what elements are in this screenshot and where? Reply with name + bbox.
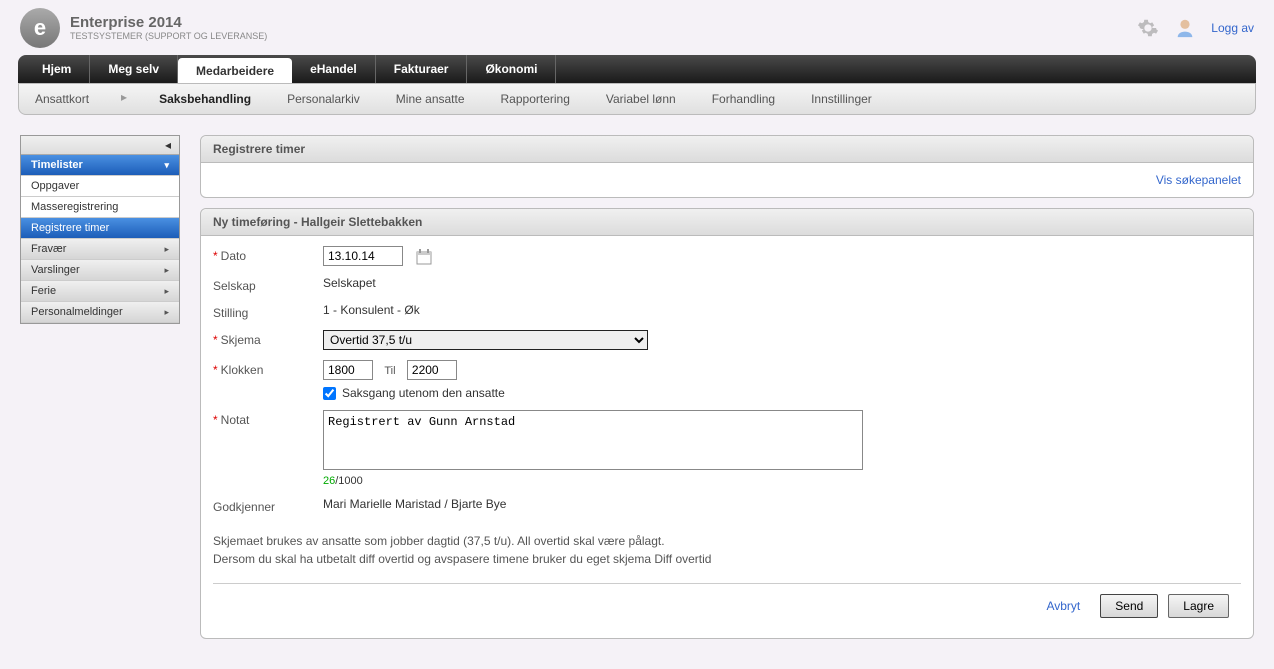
header-actions: Logg av bbox=[1137, 17, 1254, 39]
sub-nav-item-innstillinger[interactable]: Innstillinger bbox=[807, 90, 876, 108]
send-button[interactable]: Send bbox=[1100, 594, 1158, 618]
main-nav-item-økonomi[interactable]: Økonomi bbox=[467, 55, 556, 83]
label-notat: *Notat bbox=[213, 410, 323, 427]
main-nav-item-ehandel[interactable]: eHandel bbox=[292, 55, 376, 83]
label-selskap: Selskap bbox=[213, 276, 323, 293]
main-nav-item-hjem[interactable]: Hjem bbox=[24, 55, 90, 83]
dato-input[interactable] bbox=[323, 246, 403, 266]
skjema-select[interactable]: Overtid 37,5 t/u bbox=[323, 330, 648, 350]
cancel-link[interactable]: Avbryt bbox=[1046, 599, 1080, 613]
main-nav-item-medarbeidere[interactable]: Medarbeidere bbox=[178, 58, 292, 83]
user-icon[interactable] bbox=[1174, 17, 1196, 39]
gear-icon[interactable] bbox=[1137, 17, 1159, 39]
logout-link[interactable]: Logg av bbox=[1211, 21, 1254, 35]
label-saksgang: Saksgang utenom den ansatte bbox=[342, 386, 505, 400]
logo-icon: e bbox=[20, 8, 60, 48]
app-header: e Enterprise 2014 TESTSYSTEMER (SUPPORT … bbox=[0, 0, 1274, 55]
sidebar-collapse-icon[interactable]: ◂ bbox=[21, 136, 179, 155]
save-button[interactable]: Lagre bbox=[1168, 594, 1229, 618]
logo-area: e Enterprise 2014 TESTSYSTEMER (SUPPORT … bbox=[20, 8, 267, 48]
search-panel-link[interactable]: Vis søkepanelet bbox=[213, 173, 1241, 187]
label-dato: *Dato bbox=[213, 246, 323, 263]
sub-nav-item-ansattkort[interactable]: Ansattkort bbox=[31, 90, 93, 108]
sidebar-item-oppgaver[interactable]: Oppgaver bbox=[21, 176, 179, 197]
label-skjema: *Skjema bbox=[213, 330, 323, 347]
main-nav: HjemMeg selvMedarbeidereeHandelFakturaer… bbox=[18, 55, 1256, 83]
sub-nav-item-personalarkiv[interactable]: Personalarkiv bbox=[283, 90, 364, 108]
label-godkjenner: Godkjenner bbox=[213, 497, 323, 514]
time-from-input[interactable] bbox=[323, 360, 373, 380]
sidebar-item-fravær[interactable]: Fravær bbox=[21, 239, 179, 260]
sidebar-item-personalmeldinger[interactable]: Personalmeldinger bbox=[21, 302, 179, 323]
char-count: 26/1000 bbox=[323, 475, 1241, 487]
panel-top: Registrere timer Vis søkepanelet bbox=[200, 135, 1254, 198]
main-nav-item-meg selv[interactable]: Meg selv bbox=[90, 55, 178, 83]
sub-nav: Ansattkort▸ SaksbehandlingPersonalarkivM… bbox=[18, 83, 1256, 115]
main-content: Registrere timer Vis søkepanelet Ny time… bbox=[200, 135, 1254, 649]
sidebar-item-registrere-timer[interactable]: Registrere timer bbox=[21, 218, 179, 239]
notat-textarea[interactable] bbox=[323, 410, 863, 470]
label-til: Til bbox=[384, 365, 395, 377]
app-title: Enterprise 2014 bbox=[70, 14, 267, 31]
sub-nav-item-mine-ansatte[interactable]: Mine ansatte bbox=[392, 90, 469, 108]
panel-top-title: Registrere timer bbox=[201, 136, 1253, 163]
value-stilling: 1 - Konsulent - Øk bbox=[323, 303, 420, 317]
main-nav-item-fakturaer[interactable]: Fakturaer bbox=[376, 55, 468, 83]
sidebar: ◂ TimelisterOppgaverMasseregistreringReg… bbox=[20, 135, 180, 324]
panel-form: Ny timeføring - Hallgeir Slettebakken *D… bbox=[200, 208, 1254, 639]
sub-nav-item-rapportering[interactable]: Rapportering bbox=[497, 90, 574, 108]
time-to-input[interactable] bbox=[407, 360, 457, 380]
sidebar-item-ferie[interactable]: Ferie bbox=[21, 281, 179, 302]
sub-nav-item-variabel-lønn[interactable]: Variabel lønn bbox=[602, 90, 680, 108]
sidebar-item-timelister[interactable]: Timelister bbox=[21, 155, 179, 176]
label-klokken: *Klokken bbox=[213, 360, 323, 377]
sub-nav-item-saksbehandling[interactable]: Saksbehandling bbox=[155, 90, 255, 108]
value-godkjenner: Mari Marielle Maristad / Bjarte Bye bbox=[323, 497, 506, 511]
form-title: Ny timeføring - Hallgeir Slettebakken bbox=[201, 209, 1253, 236]
calendar-icon[interactable] bbox=[416, 249, 432, 265]
help-text: Skjemaet brukes av ansatte som jobber da… bbox=[213, 532, 1241, 568]
label-stilling: Stilling bbox=[213, 303, 323, 320]
sidebar-item-varslinger[interactable]: Varslinger bbox=[21, 260, 179, 281]
saksgang-checkbox[interactable] bbox=[323, 387, 336, 400]
form-footer: Avbryt Send Lagre bbox=[213, 583, 1241, 628]
value-selskap: Selskapet bbox=[323, 276, 376, 290]
sub-nav-item-forhandling[interactable]: Forhandling bbox=[708, 90, 779, 108]
app-subtitle: TESTSYSTEMER (SUPPORT OG LEVERANSE) bbox=[70, 31, 267, 41]
sidebar-item-masseregistrering[interactable]: Masseregistrering bbox=[21, 197, 179, 218]
logo-text: Enterprise 2014 TESTSYSTEMER (SUPPORT OG… bbox=[70, 14, 267, 41]
